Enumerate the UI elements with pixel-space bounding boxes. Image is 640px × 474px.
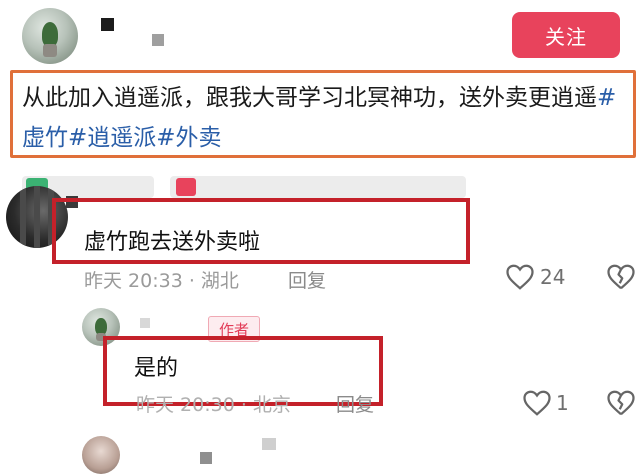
heart-icon[interactable] bbox=[505, 263, 535, 291]
next-commenter-name-redacted-2 bbox=[200, 452, 212, 464]
post-caption: 从此加入逍遥派，跟我大哥学习北冥神功，送外卖更逍遥#虚竹#逍遥派#外卖 bbox=[22, 78, 622, 158]
comment-text: 虚竹跑去送外卖啦 bbox=[84, 230, 261, 255]
hashtag-waimai[interactable]: #外卖 bbox=[156, 125, 221, 151]
next-commenter-avatar[interactable] bbox=[82, 436, 120, 474]
reply-button-2[interactable]: 回复 bbox=[336, 390, 374, 417]
blurred-tag-chip-2 bbox=[170, 176, 466, 198]
reply-button[interactable]: 回复 bbox=[288, 266, 326, 293]
like-count: 1 bbox=[556, 391, 569, 415]
dislike-icon[interactable] bbox=[606, 263, 636, 291]
reply-time-location: 昨天 20:30 · 北京 bbox=[136, 394, 291, 416]
reply-text: 是的 bbox=[134, 356, 179, 381]
dislike-icon[interactable] bbox=[606, 389, 636, 417]
poster-name-redacted bbox=[101, 18, 114, 31]
follow-button[interactable]: 关注 bbox=[512, 12, 620, 58]
next-commenter-name-redacted bbox=[262, 438, 276, 450]
red-chip-icon bbox=[176, 178, 196, 196]
caption-text: 从此加入逍遥派，跟我大哥学习北冥神功，送外卖更逍遥 bbox=[22, 85, 597, 111]
like-count: 24 bbox=[540, 265, 566, 289]
comment-time-location: 昨天 20:33 · 湖北 bbox=[84, 270, 239, 292]
hashtag-xiaoyaopai[interactable]: #逍遥派 bbox=[68, 125, 156, 151]
poster-name-redacted-2 bbox=[152, 34, 164, 46]
heart-icon[interactable] bbox=[522, 389, 552, 417]
poster-avatar[interactable] bbox=[22, 8, 78, 64]
author-name-redacted bbox=[140, 318, 150, 328]
